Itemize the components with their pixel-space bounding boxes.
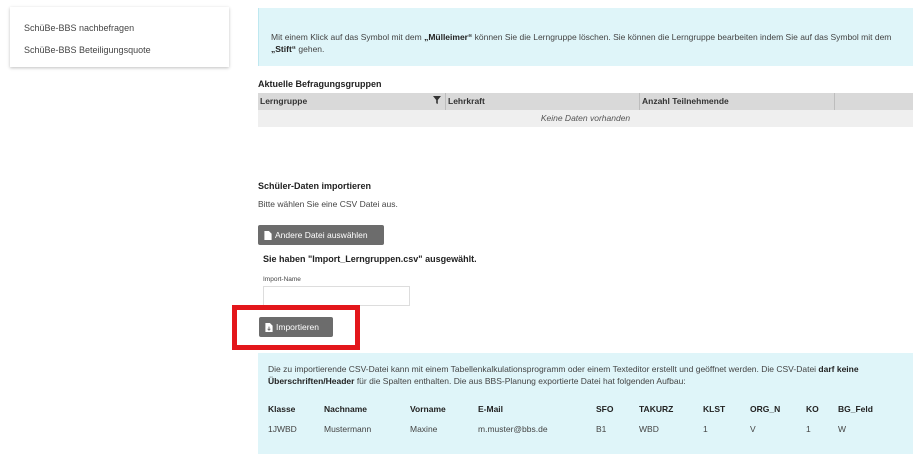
import-title: Schüler-Daten importieren <box>258 181 372 191</box>
sidebar-item-nachbefragen[interactable]: SchüBe-BBS nachbefragen <box>10 17 229 39</box>
csv-cell: m.muster@bbs.de <box>478 424 548 434</box>
change-file-button[interactable]: Andere Datei auswählen <box>258 225 384 245</box>
csv-cell: Maxine <box>410 424 438 434</box>
column-header-lehrkraft[interactable]: Lehrkraft <box>446 93 640 110</box>
csv-cell: Mustermann <box>324 424 372 434</box>
groups-title: Aktuelle Befragungsgruppen <box>258 79 382 89</box>
csv-col-ko: KO <box>806 404 819 414</box>
info-box-csv-format: Die zu importierende CSV-Datei kann mit … <box>258 353 913 454</box>
csv-col-klasse: Klasse <box>268 404 296 414</box>
column-header-lerngruppe[interactable]: Lerngruppe <box>258 93 446 110</box>
column-header-teilnehmende[interactable]: Anzahl Teilnehmende <box>640 93 835 110</box>
groups-table-header: Lerngruppe Lehrkraft Anzahl Teilnehmende <box>258 93 913 110</box>
csv-cell: V <box>750 424 756 434</box>
csv-example-row: 1JWBD Mustermann Maxine m.muster@bbs.de … <box>268 419 898 439</box>
sidebar-item-beteiligungsquote[interactable]: SchüBe-BBS Beteiligungsquote <box>10 39 229 61</box>
import-name-label: Import-Name <box>263 276 301 283</box>
csv-info-pre: Die zu importierende CSV-Datei kann mit … <box>268 364 819 374</box>
csv-col-bg-feld: BG_Feld <box>838 404 873 414</box>
info-text-mid: können Sie die Lerngruppe löschen. Sie k… <box>472 32 892 42</box>
column-label-lerngruppe: Lerngruppe <box>260 96 308 106</box>
csv-cell: 1 <box>806 424 811 434</box>
csv-col-nachname: Nachname <box>324 404 367 414</box>
groups-table: Lerngruppe Lehrkraft Anzahl Teilnehmende… <box>258 93 913 127</box>
info-box-delete-edit: Mit einem Klick auf das Symbol mit dem „… <box>258 8 913 66</box>
info-text-post: gehen. <box>296 44 325 54</box>
selected-file-text: Sie haben "Import_Lerngruppen.csv" ausge… <box>263 254 477 264</box>
csv-col-email: E-Mail <box>478 404 504 414</box>
info-text-pre: Mit einem Klick auf das Symbol mit dem <box>271 32 425 42</box>
highlight-frame <box>232 305 360 350</box>
file-icon <box>264 230 272 240</box>
csv-info-post: für die Spalten enthalten. Die aus BBS-P… <box>354 376 686 386</box>
csv-cell: 1 <box>703 424 708 434</box>
import-name-input[interactable] <box>263 286 410 306</box>
groups-table-empty: Keine Daten vorhanden <box>258 110 913 127</box>
change-file-label: Andere Datei auswählen <box>275 230 368 240</box>
column-header-actions <box>835 93 913 110</box>
sidebar: SchüBe-BBS nachbefragen SchüBe-BBS Betei… <box>10 7 229 67</box>
csv-col-sfo: SFO <box>596 404 614 414</box>
import-subtitle: Bitte wählen Sie eine CSV Datei aus. <box>258 199 398 209</box>
csv-cell: WBD <box>639 424 659 434</box>
csv-cell: W <box>838 424 847 434</box>
csv-col-takurz: TAKURZ <box>639 404 674 414</box>
csv-cell: 1JWBD <box>268 424 297 434</box>
filter-icon[interactable] <box>433 93 441 110</box>
csv-example-header: Klasse Nachname Vorname E-Mail SFO TAKUR… <box>268 399 898 419</box>
csv-col-org-n: ORG_N <box>750 404 781 414</box>
csv-col-klst: KLST <box>703 404 726 414</box>
info-text-bold-trash: „Mülleimer“ <box>424 32 473 42</box>
csv-example-table: Klasse Nachname Vorname E-Mail SFO TAKUR… <box>268 399 898 439</box>
info-text-bold-pen: „Stift“ <box>271 44 297 54</box>
csv-col-vorname: Vorname <box>410 404 446 414</box>
csv-cell: B1 <box>596 424 607 434</box>
